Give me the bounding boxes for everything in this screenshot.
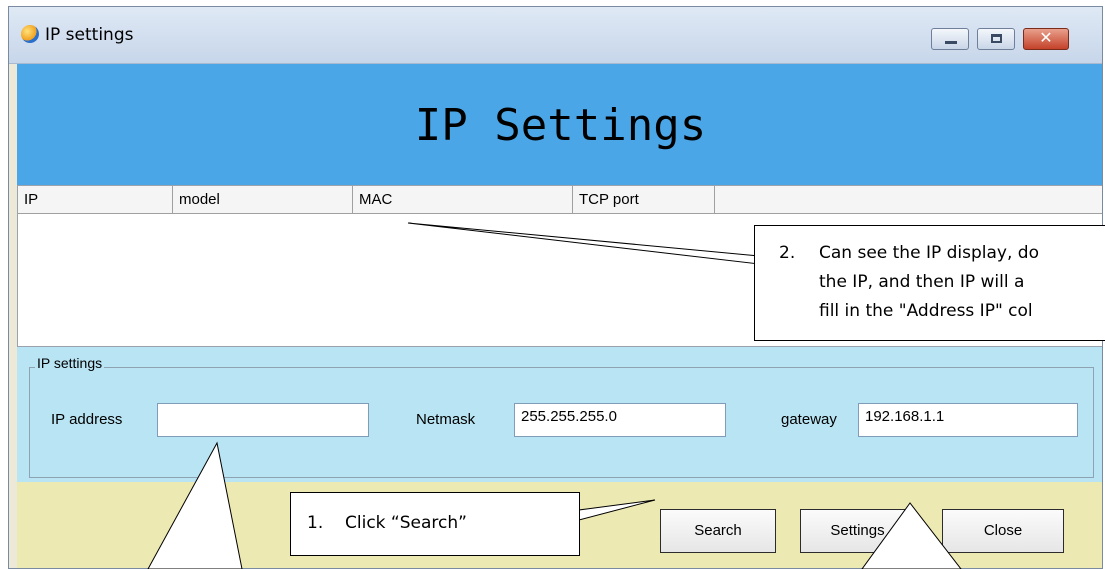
step1-callout: 1. Click “Search”: [290, 492, 580, 556]
step1-text: Click “Search”: [345, 513, 467, 533]
step1-number: 1.: [307, 513, 324, 533]
step2-callout-pointer: [407, 222, 760, 265]
step2-line-3: fill in the "Address IP" col: [819, 301, 1033, 321]
ip-address-arrow: [147, 441, 243, 569]
step2-line-2: the IP, and then IP will a: [819, 272, 1025, 292]
step2-callout: 2. Can see the IP display, do the IP, an…: [754, 225, 1105, 341]
step2-line-1: Can see the IP display, do: [819, 243, 1039, 263]
step2-number: 2.: [779, 243, 796, 263]
settings-arrow: [861, 502, 962, 569]
step1-callout-pointer: [578, 499, 656, 521]
